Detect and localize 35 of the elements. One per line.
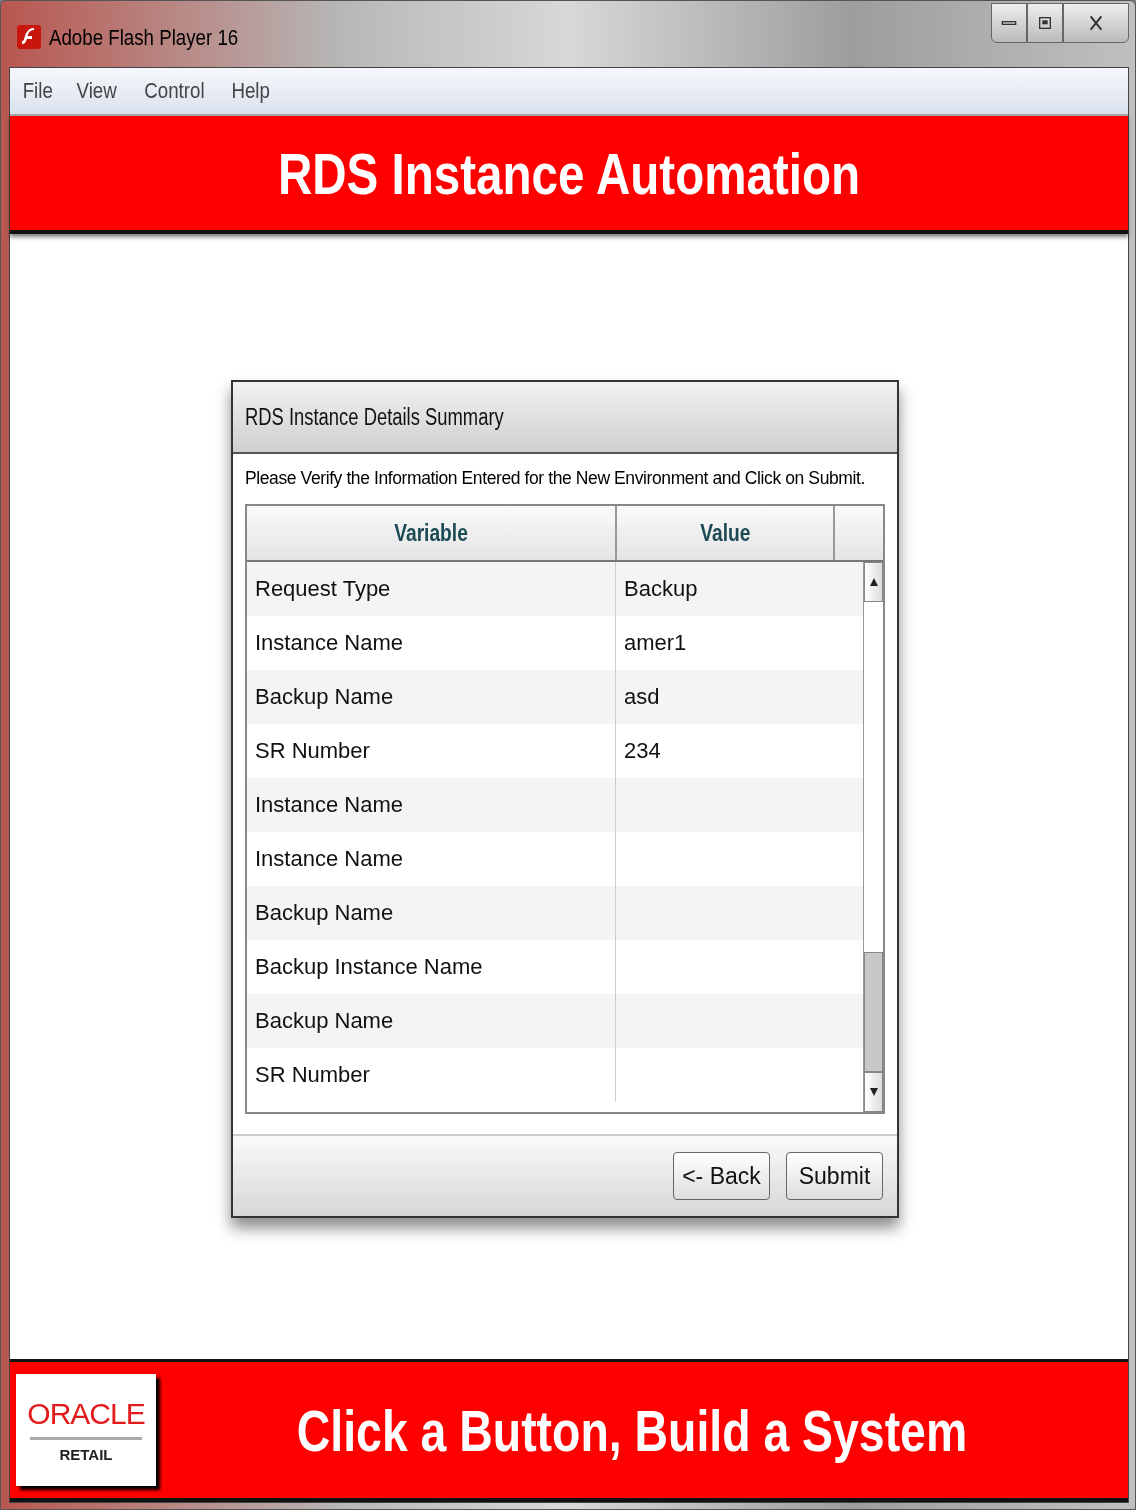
up-arrow-icon xyxy=(868,576,879,588)
menu-item[interactable]: Control xyxy=(144,78,205,104)
minimize-button[interactable] xyxy=(991,3,1027,43)
menu-item[interactable]: Help xyxy=(231,78,270,104)
instruction-text: Please Verify the Information Entered for the New Environment and Click on Submit. xyxy=(245,467,865,490)
window-title: Adobe Flash Player 16 xyxy=(49,25,239,51)
scroll-down-button[interactable] xyxy=(864,1072,883,1112)
scroll-thumb[interactable] xyxy=(864,952,883,1072)
menu-item[interactable]: File xyxy=(22,78,53,104)
column-header[interactable]: Value xyxy=(617,506,835,560)
dialog-title: RDS Instance Details Summary xyxy=(245,403,504,431)
column-header[interactable]: Variable xyxy=(247,506,617,560)
table-cell-text: 234 xyxy=(623,737,662,765)
table-cell-text: Backup xyxy=(623,575,699,603)
app-title: RDS Instance Automation xyxy=(277,139,861,207)
table-cell-text: asd xyxy=(623,683,661,711)
minimize-icon xyxy=(1001,20,1017,26)
column-header-label: Value xyxy=(699,519,751,547)
maximize-button[interactable] xyxy=(1027,3,1063,43)
close-button[interactable] xyxy=(1063,3,1129,43)
maximize-icon xyxy=(1037,15,1053,31)
back-button[interactable]: <- Back xyxy=(673,1152,770,1200)
scroll-up-button[interactable] xyxy=(864,562,883,602)
logo-subtitle: RETAIL xyxy=(59,1446,113,1463)
close-icon xyxy=(1088,15,1104,31)
logo-text: ORACLE xyxy=(27,1397,145,1431)
flash-icon xyxy=(17,25,41,49)
down-arrow-icon xyxy=(868,1086,879,1098)
slogan-text: Click a Button, Build a System xyxy=(295,1396,969,1464)
table-cell-text: amer1 xyxy=(623,629,688,657)
table-cell: SR Number xyxy=(247,1048,616,1102)
menu-item[interactable]: View xyxy=(77,78,118,104)
scroll-bar[interactable] xyxy=(863,562,883,1112)
submit-button[interactable]: Submit xyxy=(786,1152,883,1200)
column-header-label: Variable xyxy=(394,519,468,547)
